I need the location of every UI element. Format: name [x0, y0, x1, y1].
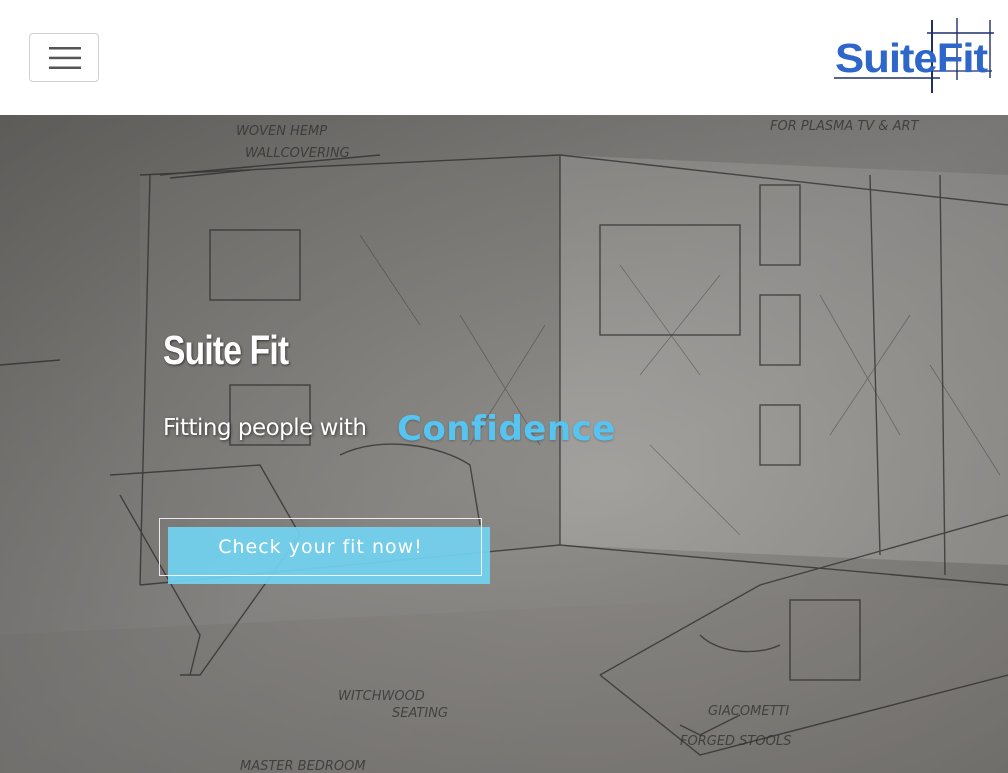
hero-accent-word: Confidence [397, 409, 616, 449]
hero-tagline: Fitting people with [163, 415, 367, 441]
top-navbar: SuiteFit [0, 0, 1008, 115]
hero-title: Suite Fit [163, 327, 289, 373]
hamburger-menu-icon [49, 47, 81, 69]
suitefit-logo: SuiteFit [834, 18, 994, 93]
brand-logo[interactable]: SuiteFit [832, 18, 998, 98]
check-fit-button[interactable]: Check your fit now! [159, 518, 482, 576]
navbar-toggler-button[interactable] [29, 33, 99, 82]
hero-section: WOVEN HEMP WALLCOVERING FOR PLASMA TV & … [0, 115, 1008, 773]
brand-text: SuiteFit [835, 35, 988, 81]
